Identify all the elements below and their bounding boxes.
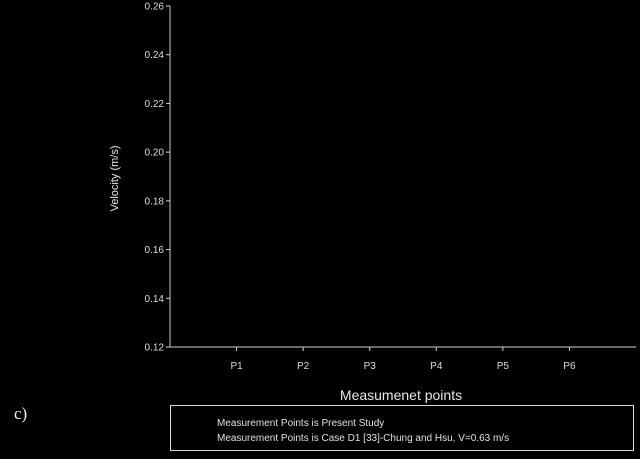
x-tick-label: P3	[364, 361, 377, 372]
legend: Measurement Points is Present Study Meas…	[170, 405, 634, 451]
x-tick-label: P5	[497, 361, 510, 372]
y-tick-label: 0.20	[145, 148, 165, 159]
y-tick-label: 0.26	[145, 2, 165, 13]
x-tick-label: P6	[563, 361, 576, 372]
y-tick-label: 0.24	[145, 50, 165, 61]
legend-swatch-present-study	[187, 424, 209, 425]
x-axis-title: Measumenet points	[340, 387, 462, 403]
velocity-chart: 0.12 0.14 0.16 0.18 0.20 0.22 0.24 0.26 P1 P2 P3 P4…	[109, 2, 636, 403]
legend-label-case-d1: Measurement Points is Case D1 [33]-Chung…	[217, 433, 510, 444]
y-tick-label: 0.12	[145, 343, 165, 354]
x-tick-label: P2	[297, 361, 310, 372]
legend-item-case-d1: Measurement Points is Case D1 [33]-Chung…	[217, 433, 509, 444]
legend-label-present-study: Measurement Points is Present Study	[217, 418, 385, 429]
y-tick-label: 0.16	[145, 245, 165, 256]
legend-swatch-case-d1	[187, 439, 209, 440]
y-tick-label: 0.14	[145, 294, 165, 305]
x-tick-label: P4	[430, 361, 443, 372]
y-tick-label: 0.22	[145, 99, 165, 110]
y-tick-label: 0.18	[145, 196, 165, 207]
y-axis-title: Velocity (m/s)	[109, 145, 121, 211]
panel-label: c)	[14, 404, 28, 423]
legend-item-present-study: Measurement Points is Present Study	[217, 418, 384, 429]
x-tick-label: P1	[230, 361, 243, 372]
